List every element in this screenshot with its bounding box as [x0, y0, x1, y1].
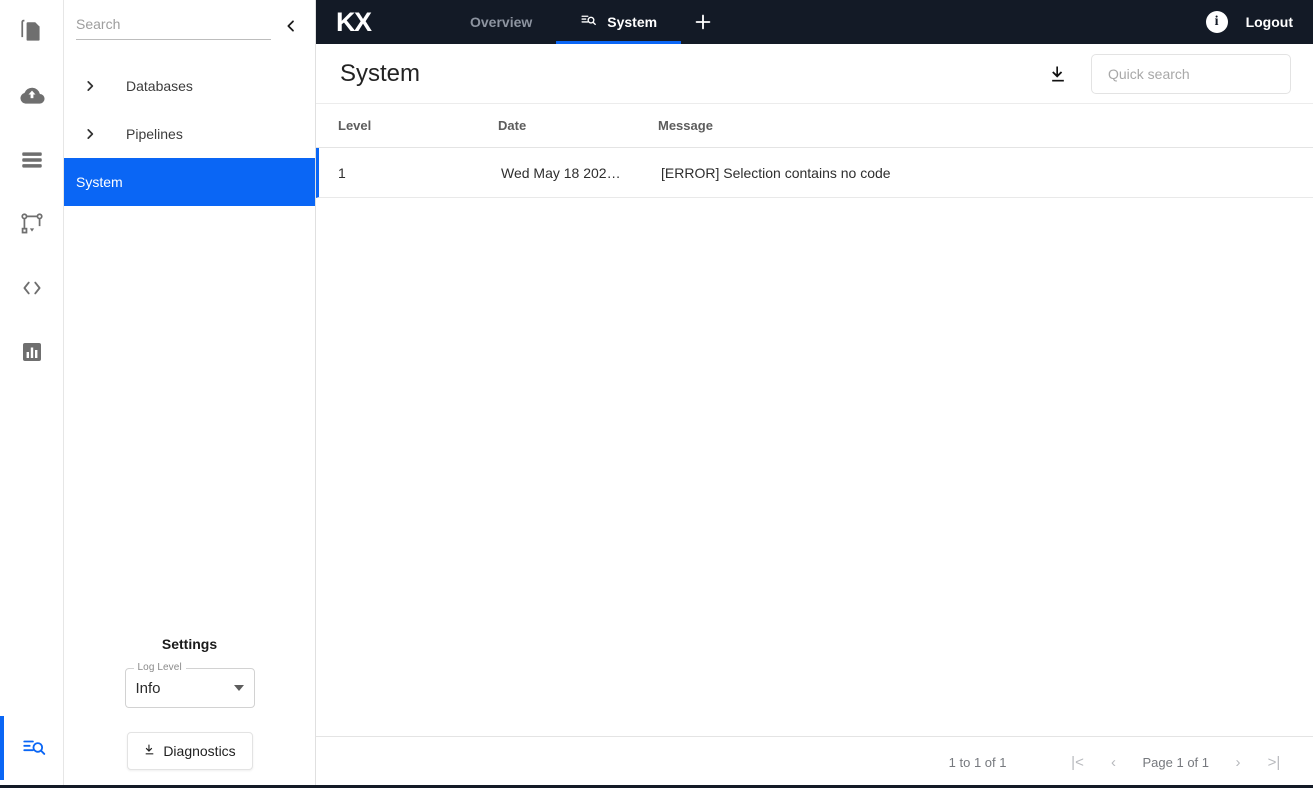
topbar-right: i Logout	[1205, 11, 1313, 33]
search-input[interactable]	[76, 14, 271, 40]
settings-section: Settings Log Level Info Diagnostics	[64, 636, 315, 788]
explorer-panel: Databases Pipelines System Settings Log …	[64, 0, 316, 788]
last-page-button[interactable]: >|	[1257, 746, 1291, 780]
log-level-value: Info	[135, 679, 161, 697]
sidebar-item-databases[interactable]: Databases	[64, 62, 315, 110]
column-header-date[interactable]: Date	[476, 118, 636, 133]
cell-message: [ERROR] Selection contains no code	[661, 164, 891, 181]
pagination-controls: |< ‹ Page 1 of 1 › >|	[1061, 746, 1292, 780]
quick-search-input[interactable]	[1091, 53, 1291, 94]
main-area: KX Overview System i Logout System Quick…	[316, 0, 1313, 788]
log-search-icon	[580, 12, 597, 32]
code-brackets-icon[interactable]	[0, 256, 64, 320]
table-empty-space	[316, 198, 1313, 736]
explorer-header	[64, 0, 315, 40]
database-layers-icon[interactable]	[0, 128, 64, 192]
log-table: Level Date Message 1 Wed May 18 202… [ER…	[316, 104, 1313, 788]
chart-icon[interactable]	[0, 320, 64, 384]
sidebar-item-label: System	[76, 174, 123, 190]
page-header: System	[316, 44, 1313, 104]
sidebar-item-label: Pipelines	[126, 126, 183, 142]
table-header-row: Level Date Message	[316, 104, 1313, 148]
download-icon[interactable]	[1045, 61, 1071, 87]
sidebar-item-label: Databases	[126, 78, 193, 94]
tab-label: System	[607, 14, 658, 30]
next-page-button[interactable]: ›	[1221, 746, 1255, 780]
diagnostics-button[interactable]: Diagnostics	[126, 732, 253, 770]
explorer-spacer	[64, 206, 315, 636]
app-root: Databases Pipelines System Settings Log …	[0, 0, 1313, 788]
log-level-label: Log Level	[133, 662, 186, 673]
icon-rail	[0, 0, 64, 788]
cell-date: Wed May 18 202…	[501, 164, 621, 181]
previous-page-button[interactable]: ‹	[1097, 746, 1131, 780]
settings-title: Settings	[161, 636, 218, 652]
chevron-left-icon[interactable]	[279, 14, 303, 38]
column-header-level[interactable]: Level	[316, 118, 476, 133]
tab-overview[interactable]: Overview	[446, 0, 556, 44]
documents-icon[interactable]	[0, 0, 64, 64]
table-row[interactable]: 1 Wed May 18 202… [ERROR] Selection cont…	[316, 148, 1313, 198]
plus-icon[interactable]	[681, 0, 725, 44]
table-footer: 1 to 1 of 1 |< ‹ Page 1 of 1 › >|	[316, 736, 1313, 788]
chevron-down-icon	[233, 685, 244, 691]
chevron-right-icon	[76, 127, 104, 141]
diagnostics-label: Diagnostics	[163, 743, 236, 759]
page-title: System	[340, 59, 421, 87]
download-icon	[143, 743, 156, 759]
page-indicator: Page 1 of 1	[1142, 755, 1210, 770]
sidebar-item-pipelines[interactable]: Pipelines	[64, 110, 315, 158]
column-header-message[interactable]: Message	[636, 118, 1313, 133]
log-level-select[interactable]: Log Level Info	[124, 662, 255, 708]
info-icon[interactable]: i	[1205, 11, 1228, 33]
page-header-actions	[1045, 53, 1291, 94]
top-navigation-bar: KX Overview System i Logout	[316, 0, 1313, 44]
nav-tabs: Overview System	[446, 0, 725, 44]
tab-label: Overview	[470, 14, 533, 30]
row-range-text: 1 to 1 of 1	[948, 755, 1007, 770]
sidebar-item-system[interactable]: System	[64, 158, 315, 206]
log-search-icon[interactable]	[0, 716, 64, 780]
pipeline-icon[interactable]	[0, 192, 64, 256]
cell-level: 1	[338, 164, 346, 181]
first-page-button[interactable]: |<	[1061, 746, 1095, 780]
tab-system[interactable]: System	[556, 0, 681, 44]
logout-button[interactable]: Logout	[1246, 14, 1293, 30]
chevron-right-icon	[76, 79, 104, 93]
search-wrapper	[76, 12, 271, 40]
kx-logo: KX	[336, 6, 372, 37]
cloud-upload-icon[interactable]	[0, 64, 64, 128]
explorer-tree: Databases Pipelines System	[64, 62, 315, 206]
